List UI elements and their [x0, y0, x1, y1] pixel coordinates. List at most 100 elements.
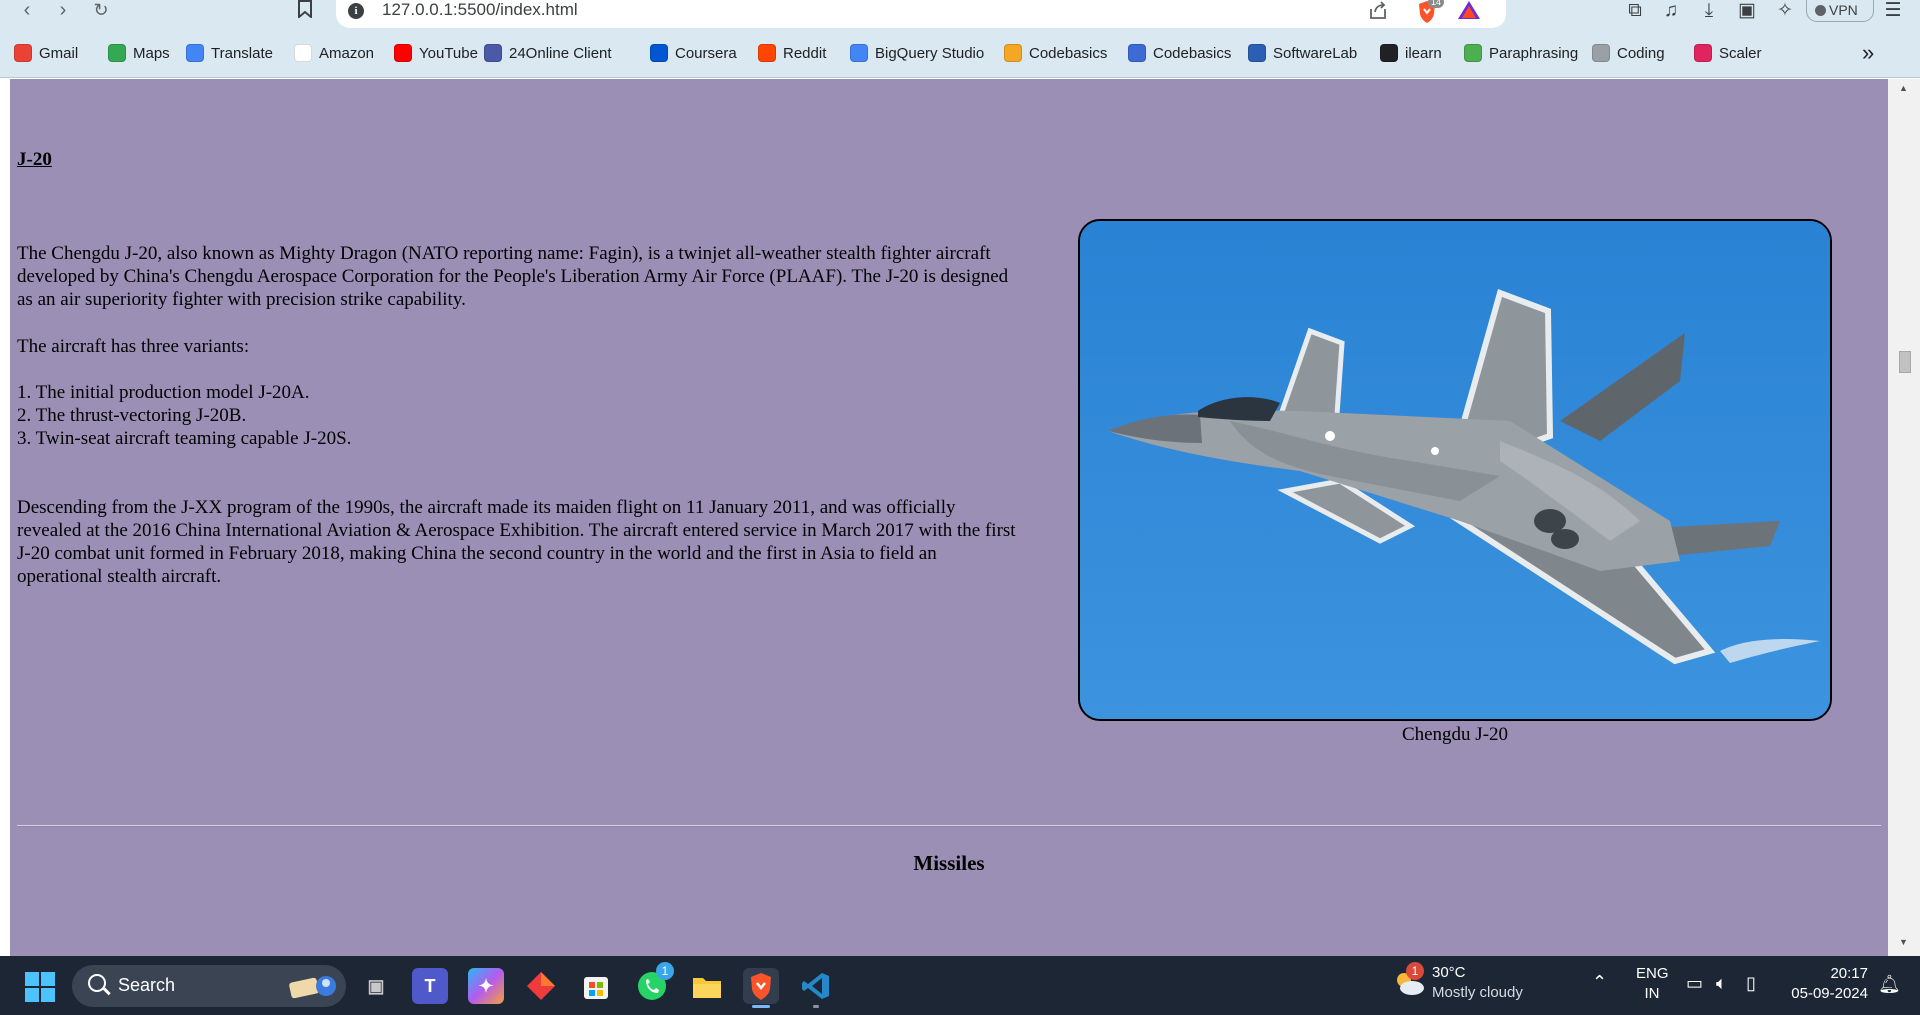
browser-toolbar: ‹ › ↻ i 127.0.0.1:5500/index.html 14 ⧉ ♫…	[0, 0, 1920, 30]
scroll-up-arrow-icon[interactable]: ▲	[1899, 83, 1908, 93]
vpn-label: VPN	[1829, 2, 1858, 18]
bookmark-item[interactable]: YouTube	[394, 42, 478, 64]
share-icon[interactable]	[1368, 0, 1388, 24]
bookmark-item[interactable]: Gmail	[14, 42, 78, 64]
bookmark-item[interactable]: 24Online Client	[484, 42, 612, 64]
network-icon[interactable]: ▭	[1686, 973, 1703, 994]
bigquery-icon	[850, 44, 868, 62]
bookmark-item[interactable]: Maps	[108, 42, 170, 64]
bookmark-label: Scaler	[1719, 44, 1762, 62]
bookmark-item[interactable]: Translate	[186, 42, 273, 64]
region-indicator[interactable]: IN	[1636, 985, 1668, 1002]
vpn-status-icon	[1815, 5, 1826, 16]
forward-button[interactable]: ›	[50, 0, 76, 22]
bookmark-item[interactable]: Codebasics	[1004, 42, 1107, 64]
softwarelab-icon	[1248, 44, 1266, 62]
bookmark-label: Codebasics	[1029, 44, 1108, 62]
globe-icon	[1380, 44, 1398, 62]
bookmark-label: Codebasics	[1153, 44, 1232, 62]
variants-list: 1. The initial production model J-20A. 2…	[17, 381, 351, 450]
bookmark-item[interactable]: Scaler	[1694, 42, 1762, 64]
section-title: J-20	[17, 149, 52, 170]
missiles-heading: Missiles	[913, 851, 985, 875]
reload-button[interactable]: ↻	[88, 0, 114, 22]
windows-start-icon[interactable]	[25, 972, 55, 1002]
back-button[interactable]: ‹	[14, 0, 40, 22]
menu-icon[interactable]: ☰	[1880, 0, 1906, 22]
vscode-icon[interactable]	[798, 968, 834, 1004]
scroll-down-arrow-icon[interactable]: ▼	[1899, 937, 1908, 947]
clock-time[interactable]: 20:17	[1790, 965, 1868, 982]
clock-date[interactable]: 05-09-2024	[1780, 985, 1868, 1002]
bookmark-item[interactable]: BigQuery Studio	[850, 42, 984, 64]
bookmark-label: Translate	[211, 44, 273, 62]
bookmark-item[interactable]: Paraphrasing	[1464, 42, 1578, 64]
bookmark-label: Amazon	[319, 44, 375, 62]
running-app-indicator	[813, 1005, 819, 1008]
leo-ai-icon[interactable]: ✧	[1772, 0, 1798, 22]
weather-badge: 1	[1406, 962, 1424, 980]
amazon-icon	[294, 44, 312, 62]
j20-fighter-jet-image	[1080, 221, 1830, 719]
paraphrasing-icon	[1464, 44, 1482, 62]
volume-icon[interactable]: 🔈︎	[1716, 973, 1727, 994]
reddit-icon	[758, 44, 776, 62]
extensions-icon[interactable]: ⧉	[1622, 0, 1648, 22]
translate-icon	[186, 44, 204, 62]
windows-taskbar: Search ▣ T ✦ 1 1 30°C Mostly cloudy ⌃ EN…	[0, 956, 1920, 1015]
bookmarks-bar: Gmail Maps Translate Amazon YouTube 24Online …	[0, 30, 1920, 78]
bookmark-label: Coursera	[675, 44, 737, 62]
bookmark-label: YouTube	[419, 44, 478, 62]
bookmark-label: Gmail	[39, 44, 79, 62]
scrollbar-thumb[interactable]	[1899, 351, 1911, 373]
microsoft-store-icon[interactable]	[578, 968, 614, 1004]
weather-temperature[interactable]: 30°C	[1432, 964, 1466, 981]
bookmark-label: Paraphrasing	[1489, 44, 1579, 62]
taskbar-search[interactable]: Search	[72, 965, 346, 1007]
bookmark-item[interactable]: SoftwareLab	[1248, 42, 1357, 64]
bookmark-label: ilearn	[1405, 44, 1442, 62]
address-bar[interactable]: i 127.0.0.1:5500/index.html	[336, 0, 1506, 28]
history-paragraph: Descending from the J-XX program of the …	[17, 497, 1016, 587]
variants-intro: The aircraft has three variants:	[17, 336, 250, 357]
url-text[interactable]: 127.0.0.1:5500/index.html	[382, 0, 578, 20]
wallet-icon[interactable]: ▣	[1734, 0, 1760, 22]
bookmark-page-icon[interactable]	[292, 0, 318, 22]
bookmark-label: BigQuery Studio	[875, 44, 985, 62]
media-icon[interactable]: ♫	[1658, 0, 1684, 22]
bookmark-item[interactable]: ilearn	[1380, 42, 1442, 64]
site-info-icon[interactable]: i	[348, 3, 364, 19]
bookmark-label: 24Online Client	[509, 44, 612, 62]
brave-browser-icon[interactable]	[743, 968, 779, 1004]
notification-bell-icon[interactable]: 🔔︎	[1878, 974, 1901, 995]
copilot-icon[interactable]: ✦	[468, 968, 504, 1004]
chevron-up-icon[interactable]: ⌃	[1592, 972, 1607, 993]
task-view-icon[interactable]: ▣	[358, 968, 394, 1004]
coding-icon	[1592, 44, 1610, 62]
bookmark-item[interactable]: Coursera	[650, 42, 737, 64]
app-diamond-icon[interactable]	[523, 968, 559, 1004]
section-divider	[17, 825, 1881, 827]
more-bookmarks-icon[interactable]: »	[1862, 42, 1874, 64]
gmail-icon	[14, 44, 32, 62]
bookmark-item[interactable]: Reddit	[758, 42, 826, 64]
weather-description[interactable]: Mostly cloudy	[1432, 984, 1523, 1001]
bookmark-item[interactable]: Codebasics	[1128, 42, 1231, 64]
youtube-icon	[394, 44, 412, 62]
brave-rewards-icon[interactable]	[1456, 0, 1482, 26]
bookmark-label: Maps	[133, 44, 170, 62]
bookmark-item[interactable]: Amazon	[294, 42, 374, 64]
search-label: Search	[118, 975, 176, 995]
search-highlight-icon	[289, 976, 336, 999]
file-explorer-icon[interactable]	[689, 968, 725, 1004]
variant-item: 3. Twin-seat aircraft teaming capable J-…	[17, 428, 352, 449]
page-scrollbar[interactable]: ▲ ▼	[1888, 79, 1920, 956]
battery-icon[interactable]: ▯	[1746, 973, 1756, 994]
rocket-icon	[1004, 44, 1022, 62]
language-indicator[interactable]: ENG	[1636, 965, 1669, 982]
bookmark-item[interactable]: Coding	[1592, 42, 1665, 64]
download-icon[interactable]: ⤓	[1696, 0, 1722, 22]
vpn-button[interactable]: VPN	[1806, 0, 1874, 22]
teams-icon[interactable]: T	[412, 968, 448, 1004]
24online-icon	[484, 44, 502, 62]
